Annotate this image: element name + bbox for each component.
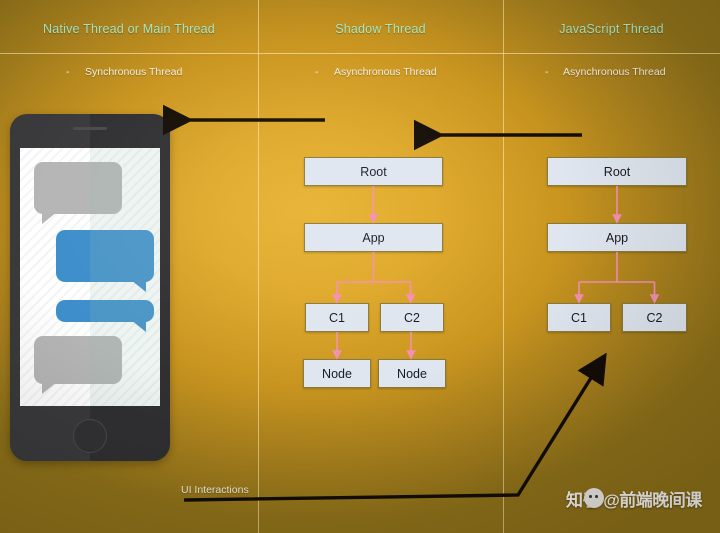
column-title-javascript: JavaScript Thread [559, 22, 664, 36]
shadow-tree-child-c2: C2 [380, 303, 444, 332]
phone-home-button[interactable] [73, 419, 107, 453]
header-divider [0, 53, 720, 54]
js-tree-child-c2: C2 [622, 303, 687, 332]
shadow-tree-leaf-node-1: Node [303, 359, 371, 388]
bullet-dash-javascript: - [545, 66, 549, 78]
shadow-tree-child-c1: C1 [305, 303, 369, 332]
column-title-shadow: Shadow Thread [335, 22, 426, 36]
mobile-device-mockup [10, 114, 170, 461]
js-tree-child-c1: C1 [547, 303, 611, 332]
column-subtitle-native: Synchronous Thread [85, 66, 183, 78]
phone-screen-tint [90, 148, 160, 406]
bullet-dash-native: - [66, 66, 70, 78]
column-title-native: Native Thread or Main Thread [43, 22, 215, 36]
js-tree-app: App [547, 223, 687, 252]
shadow-tree-app: App [304, 223, 443, 252]
phone-speaker-grille [73, 127, 107, 130]
ui-interactions-label: UI Interactions [181, 484, 249, 496]
slide-canvas: Native Thread or Main Thread Shadow Thre… [0, 0, 720, 533]
phone-screen [20, 148, 160, 406]
js-tree-root: Root [547, 157, 687, 186]
column-subtitle-javascript: Asynchronous Thread [563, 66, 666, 78]
bullet-dash-shadow: - [315, 66, 319, 78]
watermark: 知乎 @前端晚间课 [566, 485, 702, 511]
column-divider-right [503, 0, 504, 533]
shadow-tree-root: Root [304, 157, 443, 186]
column-subtitle-shadow: Asynchronous Thread [334, 66, 437, 78]
shadow-tree-leaf-node-2: Node [378, 359, 446, 388]
column-divider-left [258, 0, 259, 533]
wechat-face-icon [584, 488, 604, 508]
